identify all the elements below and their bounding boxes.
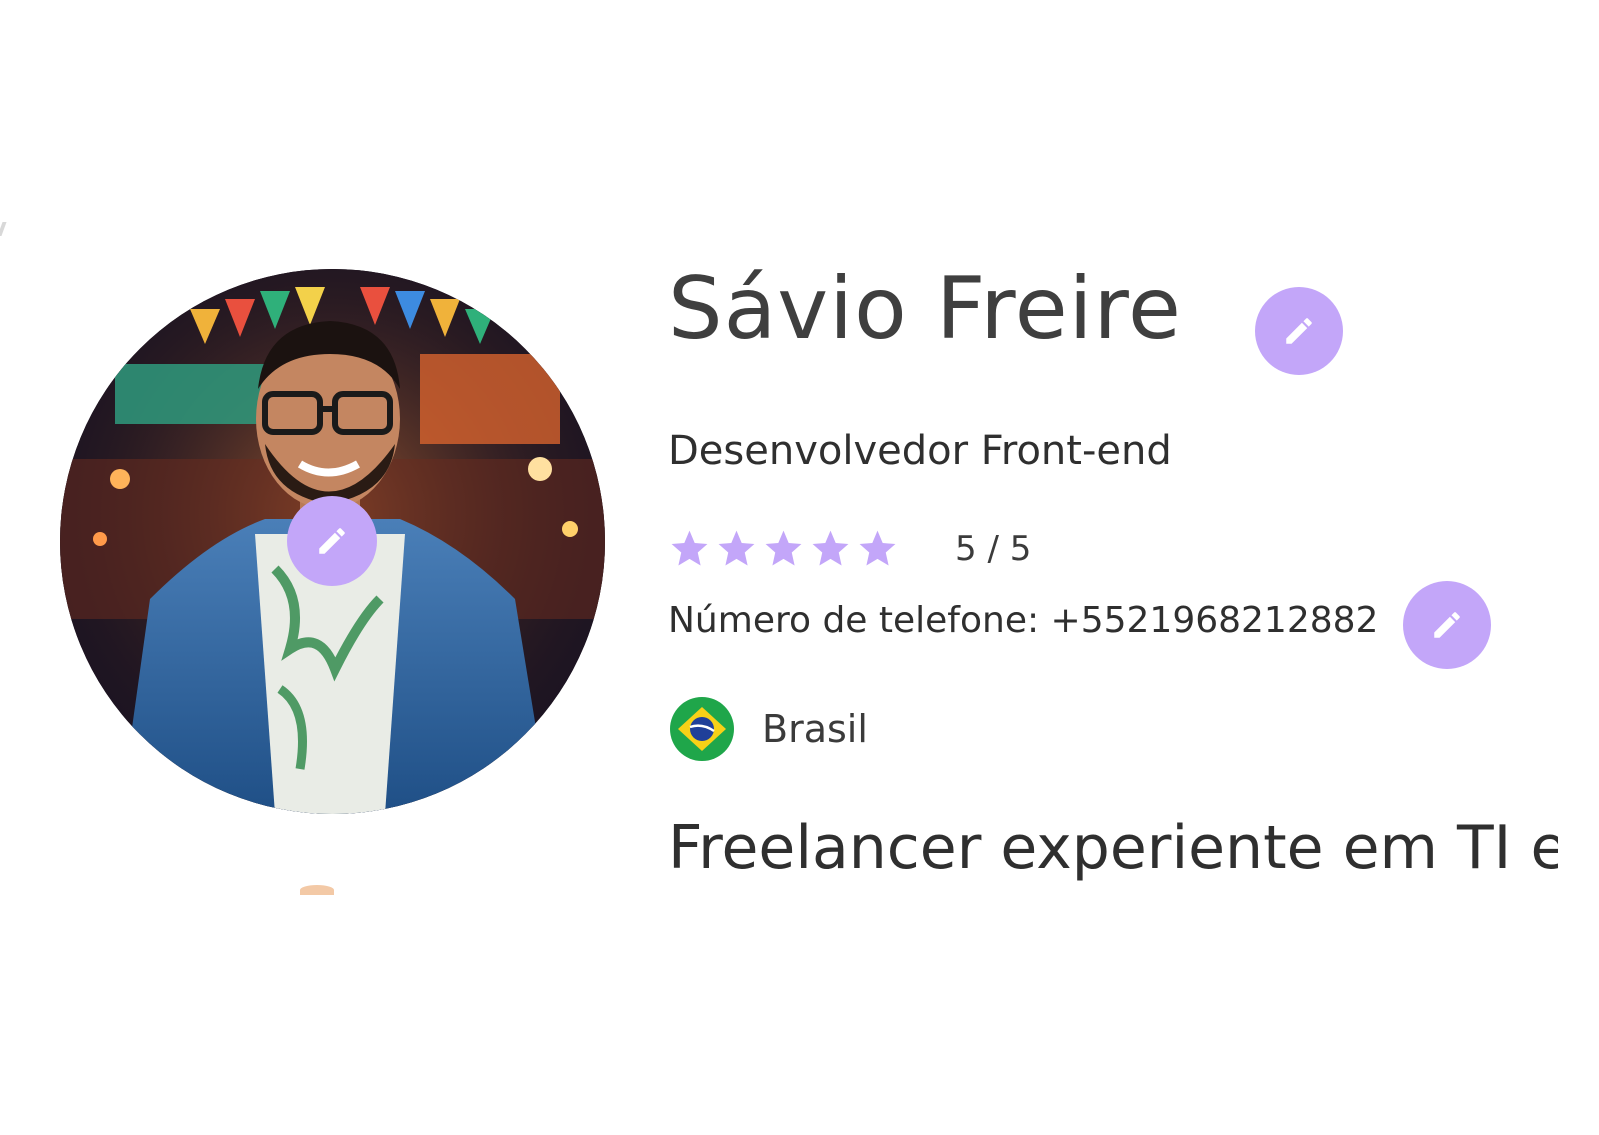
pencil-icon xyxy=(1434,612,1460,638)
star-icon xyxy=(859,530,896,566)
pencil-icon xyxy=(1286,318,1312,344)
edit-name-button[interactable] xyxy=(1255,287,1343,375)
edit-phone-button[interactable] xyxy=(1403,581,1491,669)
brazil-flag-icon xyxy=(670,697,734,761)
name-row: Sávio Freire xyxy=(668,262,1182,357)
profile-bio: Freelancer experiente em TI e xyxy=(668,813,1558,883)
avatar-container xyxy=(60,269,605,814)
star-icon xyxy=(765,530,802,566)
pencil-icon xyxy=(319,528,345,554)
decorative-dot xyxy=(300,885,334,895)
star-icon xyxy=(718,530,755,566)
rating-text: 5 / 5 xyxy=(955,528,1032,569)
profile-page: Sávio Freire Desenvolvedor Front-end 5 /… xyxy=(0,0,1599,1135)
edit-avatar-button[interactable] xyxy=(287,496,377,586)
country: Brasil xyxy=(670,697,868,761)
rating: 5 / 5 xyxy=(668,527,1031,570)
star-icon xyxy=(671,530,708,566)
decorative-mark xyxy=(0,222,7,236)
profile-role: Desenvolvedor Front-end xyxy=(668,428,1172,474)
phone-number: Número de telefone: +5521968212882 xyxy=(668,600,1379,641)
profile-name: Sávio Freire xyxy=(668,259,1182,359)
star-icon xyxy=(812,530,849,566)
star-rating xyxy=(668,527,899,570)
country-name: Brasil xyxy=(762,707,868,751)
